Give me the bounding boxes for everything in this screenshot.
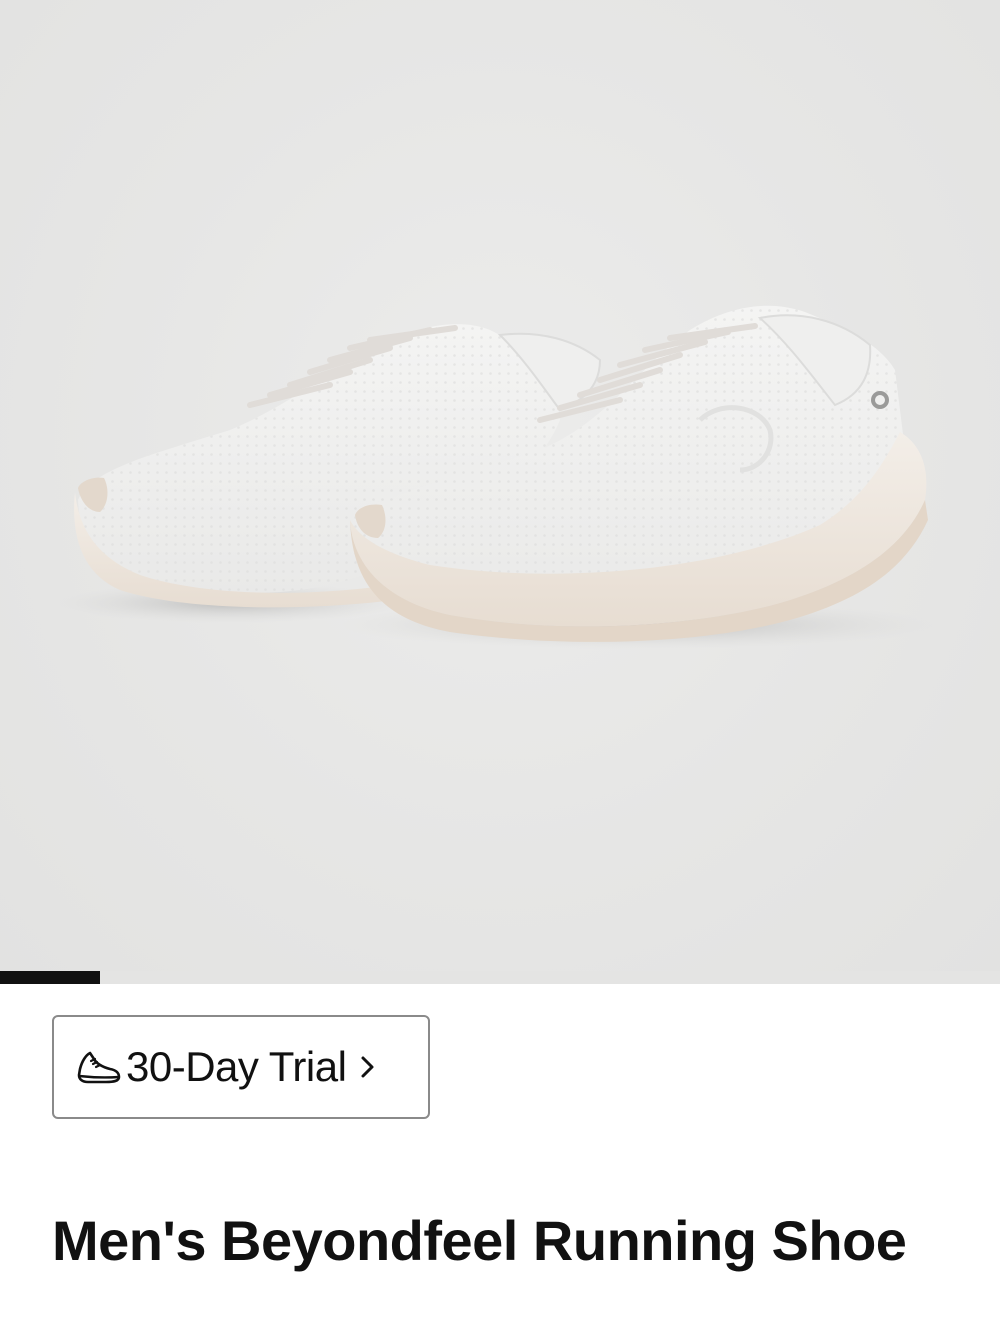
trial-label: 30-Day Trial bbox=[126, 1043, 347, 1090]
trial-button[interactable]: 30-Day Trial bbox=[52, 1015, 430, 1119]
chevron-right-icon bbox=[361, 1056, 374, 1078]
product-image-gallery[interactable] bbox=[0, 0, 1000, 984]
product-page: 30-Day Trial Men's Beyondfeel Running Sh… bbox=[0, 0, 1000, 1332]
running-shoe-icon bbox=[77, 1051, 121, 1084]
product-title: Men's Beyondfeel Running Shoe bbox=[52, 1209, 907, 1272]
gallery-progress-indicator bbox=[0, 971, 100, 984]
gallery-progress-bar bbox=[0, 971, 1000, 984]
product-image[interactable] bbox=[0, 0, 1000, 970]
